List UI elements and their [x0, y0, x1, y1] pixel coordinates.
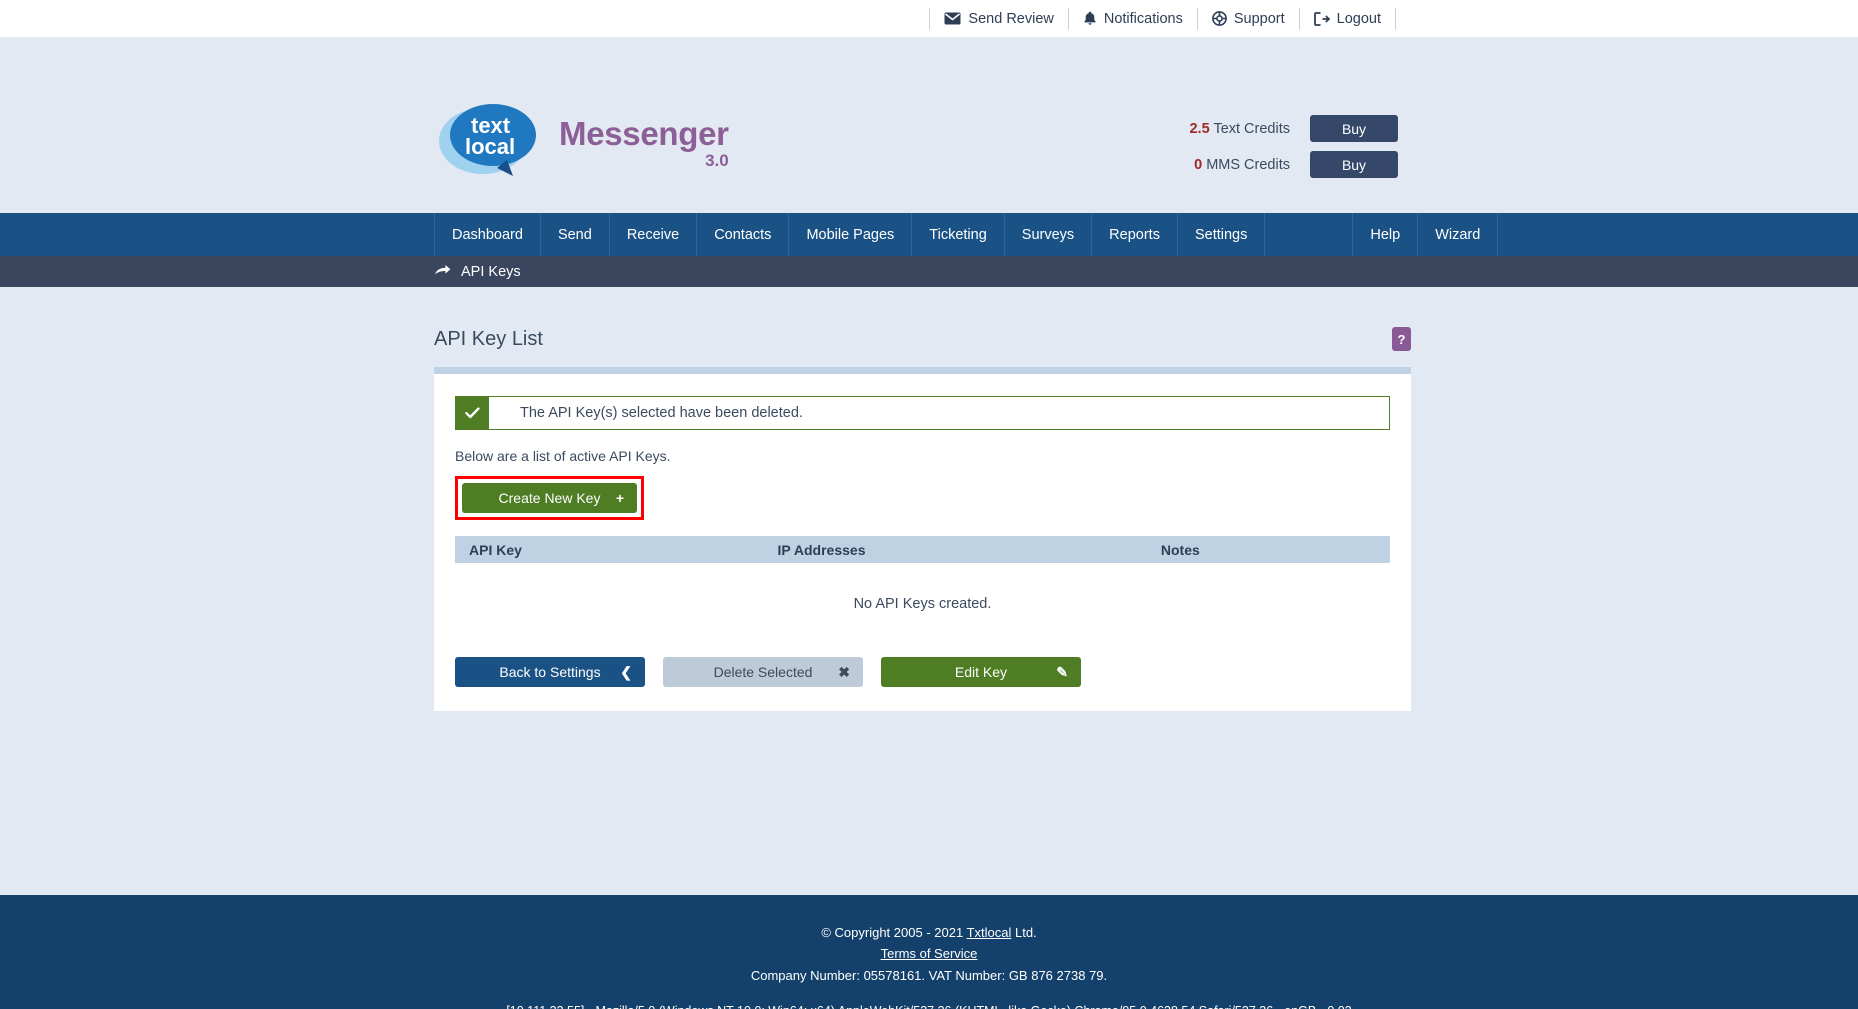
nav-item-surveys[interactable]: Surveys — [1005, 213, 1093, 256]
create-new-key-button[interactable]: Create New Key + — [462, 483, 637, 513]
x-icon: ✖ — [838, 663, 850, 680]
terms-of-service-link[interactable]: Terms of Service — [881, 946, 978, 961]
nav-item-wizard[interactable]: Wizard — [1418, 213, 1499, 256]
breadcrumb: API Keys — [0, 256, 1858, 287]
help-icon[interactable]: ? — [1392, 327, 1411, 351]
logout-icon — [1313, 11, 1330, 26]
logout-link[interactable]: Logout — [1298, 7, 1396, 30]
nav-item-help[interactable]: Help — [1353, 213, 1419, 256]
api-key-card: The API Key(s) selected have been delete… — [434, 367, 1411, 711]
lifebuoy-icon — [1211, 11, 1227, 26]
notifications-link[interactable]: Notifications — [1067, 7, 1197, 30]
success-alert: The API Key(s) selected have been delete… — [455, 396, 1390, 430]
plus-icon: + — [615, 490, 624, 506]
nav-item-ticketing[interactable]: Ticketing — [912, 213, 1005, 256]
nav-item-mobile-pages[interactable]: Mobile Pages — [789, 213, 913, 256]
nav-item-settings[interactable]: Settings — [1178, 213, 1266, 256]
delete-selected-label: Delete Selected — [713, 664, 813, 680]
support-label: Support — [1233, 10, 1285, 27]
mms-credits-label: 0 MMS Credits — [1172, 157, 1290, 173]
table-empty-row: No API Keys created. — [455, 563, 1390, 612]
page-title: API Key List — [434, 327, 543, 350]
copyright-suffix: Ltd. — [1011, 925, 1037, 940]
support-link[interactable]: Support — [1196, 7, 1299, 30]
create-new-key-label: Create New Key — [498, 490, 601, 506]
text-credits-label: 2.5 Text Credits — [1172, 121, 1290, 137]
page-footer: © Copyright 2005 - 2021 Txtlocal Ltd. Te… — [0, 895, 1858, 1009]
nav-item-send[interactable]: Send — [541, 213, 610, 256]
mms-credits-caption: MMS Credits — [1206, 156, 1290, 173]
create-new-key-highlight: Create New Key + — [455, 476, 644, 520]
edit-key-button[interactable]: Edit Key ✎ — [881, 657, 1081, 687]
send-review-link[interactable]: Send Review — [929, 7, 1067, 30]
column-header-notes: Notes — [1146, 536, 1390, 563]
nav-item-reports[interactable]: Reports — [1092, 213, 1178, 256]
bell-icon — [1083, 11, 1097, 26]
breadcrumb-label: API Keys — [461, 263, 521, 280]
action-button-row: Back to Settings ❮ Delete Selected ✖ Edi… — [455, 657, 1390, 687]
mms-credits-amount: 0 — [1194, 156, 1203, 173]
product-version: 3.0 — [705, 151, 729, 170]
product-name: Messenger — [559, 115, 729, 152]
utility-bar: Send Review Notifications Support Logout — [0, 0, 1858, 37]
send-review-label: Send Review — [968, 10, 1054, 27]
table-header-row: API Key IP Addresses Notes — [455, 536, 1390, 563]
copyright-prefix: © Copyright 2005 - 2021 — [821, 925, 967, 940]
nav-item-contacts[interactable]: Contacts — [697, 213, 790, 256]
page-header: text local Messenger 3.0 2.5 Text Credit… — [0, 37, 1858, 213]
nav-item-dashboard[interactable]: Dashboard — [434, 213, 541, 256]
terms-line: Terms of Service — [0, 943, 1858, 964]
text-credits-caption: Text Credits — [1213, 120, 1290, 137]
buy-text-credits-button[interactable]: Buy — [1310, 115, 1398, 142]
page-body: API Key List ? The API Key(s) selected h… — [0, 287, 1858, 895]
svg-text:local: local — [465, 134, 515, 159]
back-to-settings-button[interactable]: Back to Settings ❮ — [455, 657, 645, 687]
check-icon — [456, 397, 489, 429]
api-keys-table: API Key IP Addresses Notes No API Keys c… — [455, 536, 1390, 612]
list-subtitle: Below are a list of active API Keys. — [455, 448, 671, 464]
chevron-left-icon: ❮ — [620, 663, 632, 680]
edit-key-label: Edit Key — [954, 664, 1008, 680]
arrow-right-curve-icon — [434, 263, 451, 281]
company-link[interactable]: Txtlocal — [967, 925, 1012, 940]
text-credits-row: 2.5 Text Credits Buy — [1172, 115, 1398, 142]
credits-panel: 2.5 Text Credits Buy 0 MMS Credits Buy — [1172, 115, 1398, 178]
back-to-settings-label: Back to Settings — [499, 664, 601, 680]
success-alert-text: The API Key(s) selected have been delete… — [520, 405, 803, 421]
user-agent-line: [10.111.33.55] - Mozilla/5.0 (Windows NT… — [0, 1001, 1858, 1009]
column-header-ip-addresses: IP Addresses — [763, 536, 1147, 563]
brand-logo[interactable]: text local Messenger 3.0 — [437, 97, 729, 182]
buy-mms-credits-button[interactable]: Buy — [1310, 151, 1398, 178]
copyright-line: © Copyright 2005 - 2021 Txtlocal Ltd. — [0, 922, 1858, 943]
page-title-row: API Key List ? — [434, 327, 1411, 351]
company-number-line: Company Number: 05578161. VAT Number: GB… — [750, 967, 1108, 983]
pencil-icon: ✎ — [1056, 663, 1068, 680]
nav-item-receive[interactable]: Receive — [610, 213, 698, 256]
mms-credits-row: 0 MMS Credits Buy — [1172, 151, 1398, 178]
textlocal-logo-icon: text local — [437, 97, 541, 182]
envelope-icon — [944, 12, 961, 25]
notifications-label: Notifications — [1103, 10, 1183, 27]
table-empty-message: No API Keys created. — [853, 596, 992, 612]
column-header-api-key: API Key — [455, 536, 764, 563]
main-navigation: Dashboard Send Receive Contacts Mobile P… — [0, 213, 1858, 256]
text-credits-amount: 2.5 — [1189, 120, 1210, 137]
nav-spacer — [1265, 213, 1354, 256]
logout-label: Logout — [1336, 10, 1381, 27]
delete-selected-button[interactable]: Delete Selected ✖ — [663, 657, 863, 687]
